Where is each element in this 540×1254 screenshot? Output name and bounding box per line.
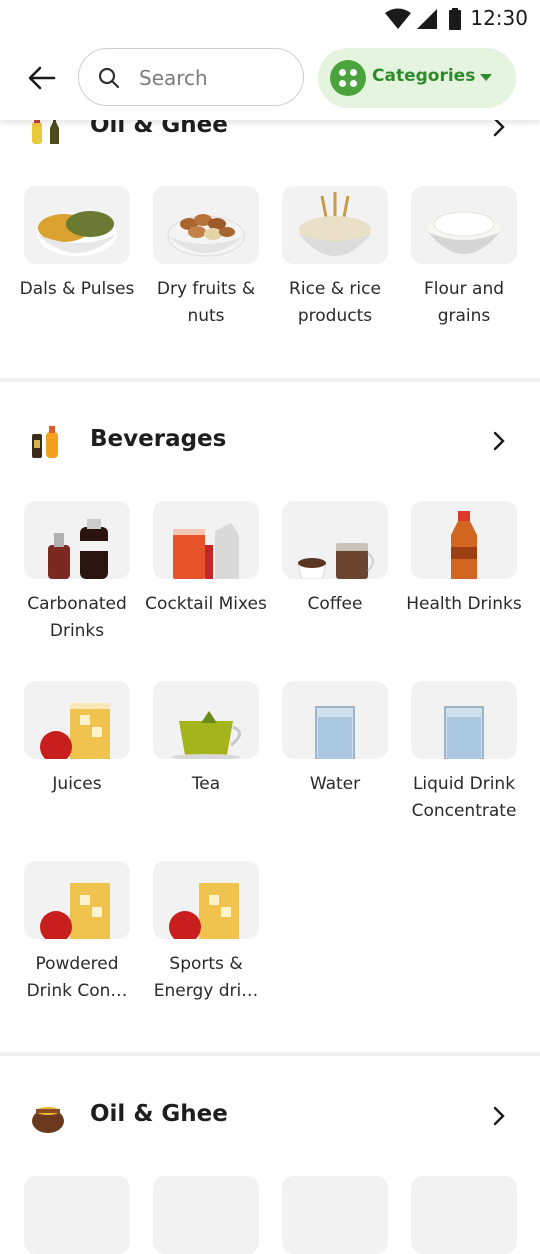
tile-label: Powdered Drink Con… <box>26 954 128 1001</box>
health-drink-bottle-image <box>411 501 517 579</box>
juice-glass-image <box>24 681 130 759</box>
search-input[interactable] <box>137 59 291 97</box>
product-image <box>24 1176 130 1254</box>
battery-icon <box>449 8 461 30</box>
tile-flour-grains[interactable]: Flour and grains <box>411 186 517 330</box>
tile-partial[interactable] <box>411 1176 517 1254</box>
tile-label: Dals & Pulses <box>19 279 135 299</box>
tile-label: Carbonated Drinks <box>27 594 127 641</box>
flour-bowl-image <box>282 186 388 264</box>
tile-label: Tea <box>191 774 221 794</box>
rice-bowl-image <box>411 186 517 264</box>
tile-label: Rice & rice products <box>289 279 381 326</box>
status-bar: 12:30 <box>0 0 540 36</box>
tile-rice-products[interactable]: Rice & rice products <box>282 186 388 330</box>
tile-coffee[interactable]: Coffee <box>282 501 388 618</box>
tile-dry-fruits[interactable]: Dry fruits & nuts <box>153 186 259 330</box>
tile-label: Health Drinks <box>406 594 522 614</box>
tile-water[interactable]: Water <box>282 681 388 798</box>
tile-carbonated-drinks[interactable]: Carbonated Drinks <box>24 501 130 645</box>
coffee-jar-image <box>282 501 388 579</box>
categories-button[interactable]: Categories <box>318 48 516 108</box>
tile-dals-pulses[interactable]: Dals & Pulses <box>20 186 134 303</box>
search-icon <box>98 67 120 89</box>
search-box[interactable] <box>78 48 304 106</box>
tile-tea[interactable]: Tea <box>153 681 259 798</box>
signal-icon <box>417 9 437 29</box>
tile-label: Cocktail Mixes <box>145 594 267 614</box>
chevron-right-icon <box>493 1106 505 1126</box>
tile-label: Liquid Drink Concentrate <box>411 774 517 821</box>
tile-powdered-drink[interactable]: Powdered Drink Con… <box>24 861 130 1005</box>
product-image <box>153 1176 259 1254</box>
tile-sports-energy[interactable]: Sports & Energy dri… <box>153 861 259 1005</box>
tile-label: Flour and grains <box>423 279 505 326</box>
tile-cocktail-mixes[interactable]: Cocktail Mixes <box>145 501 267 618</box>
water-glass-image <box>282 681 388 759</box>
water-glass-image <box>411 681 517 759</box>
grid-dots-icon <box>330 60 366 96</box>
section-divider <box>0 1052 540 1056</box>
tile-label: Sports & Energy dri… <box>153 954 259 1001</box>
tile-juices[interactable]: Juices <box>24 681 130 798</box>
tile-partial[interactable] <box>24 1176 130 1254</box>
tile-label: Dry fruits & nuts <box>156 279 256 326</box>
tile-liquid-drink-concentrate[interactable]: Liquid Drink Concentrate <box>411 681 517 825</box>
cola-bottles-image <box>24 501 130 579</box>
section-divider <box>0 378 540 382</box>
product-image <box>282 1176 388 1254</box>
categories-label: Categories <box>372 66 476 86</box>
juice-glass-image <box>24 861 130 939</box>
wifi-icon <box>385 8 411 29</box>
status-time: 12:30 <box>470 6 528 30</box>
product-image <box>411 1176 517 1254</box>
ghee-pot-icon <box>32 1107 64 1133</box>
tile-partial[interactable] <box>282 1176 388 1254</box>
tile-health-drinks[interactable]: Health Drinks <box>406 501 522 618</box>
chevron-right-icon <box>493 431 505 451</box>
back-arrow-icon[interactable] <box>22 58 62 98</box>
caret-down-icon <box>480 74 492 81</box>
tile-partial[interactable] <box>153 1176 259 1254</box>
section-header-beverages[interactable]: Beverages <box>0 414 540 470</box>
tile-label: Juices <box>52 774 102 794</box>
tile-label: Water <box>309 774 361 794</box>
juice-glass-image <box>153 861 259 939</box>
section-header-oil-ghee-2[interactable]: Oil & Ghee <box>0 1089 540 1145</box>
tea-cup-image <box>153 681 259 759</box>
dals-image <box>24 186 130 264</box>
dry-fruits-image <box>153 186 259 264</box>
cocktail-mix-image <box>153 501 259 579</box>
beverage-bottles-icon <box>32 426 58 458</box>
section-title: Oil & Ghee <box>90 1101 228 1127</box>
section-title: Beverages <box>90 426 227 452</box>
top-app-bar: Categories <box>0 36 540 120</box>
tile-label: Coffee <box>307 594 363 614</box>
